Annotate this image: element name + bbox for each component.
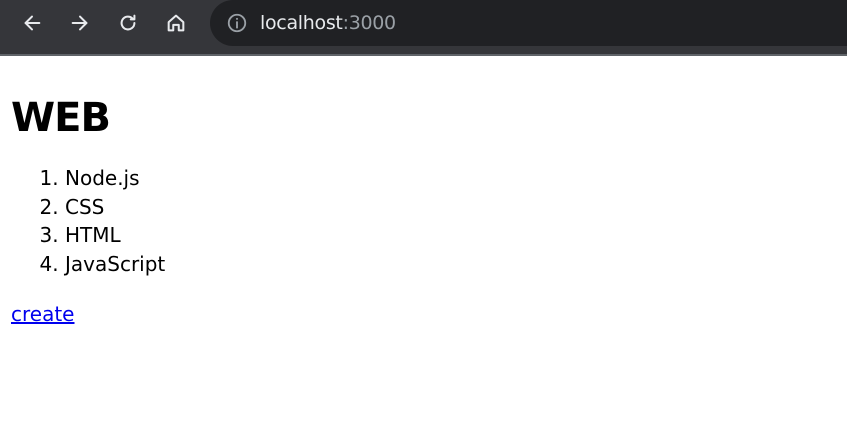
create-link[interactable]: create [11, 302, 75, 326]
list-item: JavaScript [65, 250, 836, 279]
back-button[interactable] [15, 6, 49, 40]
home-icon [167, 14, 185, 32]
page-content: WEB Node.js CSS HTML JavaScript create [0, 94, 847, 326]
arrow-left-icon [24, 15, 41, 31]
reload-icon [120, 14, 136, 31]
arrow-right-icon [71, 15, 88, 31]
list-item: CSS [65, 193, 836, 222]
browser-toolbar: localhost:3000 [0, 0, 847, 56]
url-text: localhost:3000 [260, 12, 396, 34]
reload-button[interactable] [111, 6, 145, 40]
home-button[interactable] [159, 6, 193, 40]
url-port: :3000 [342, 12, 397, 34]
topic-list: Node.js CSS HTML JavaScript [11, 164, 836, 278]
info-icon[interactable] [226, 12, 248, 34]
url-host: localhost [260, 12, 343, 34]
list-item: HTML [65, 221, 836, 250]
forward-button[interactable] [63, 6, 97, 40]
list-item: Node.js [65, 164, 836, 193]
address-bar[interactable]: localhost:3000 [210, 0, 847, 46]
page-title: WEB [11, 95, 111, 141]
